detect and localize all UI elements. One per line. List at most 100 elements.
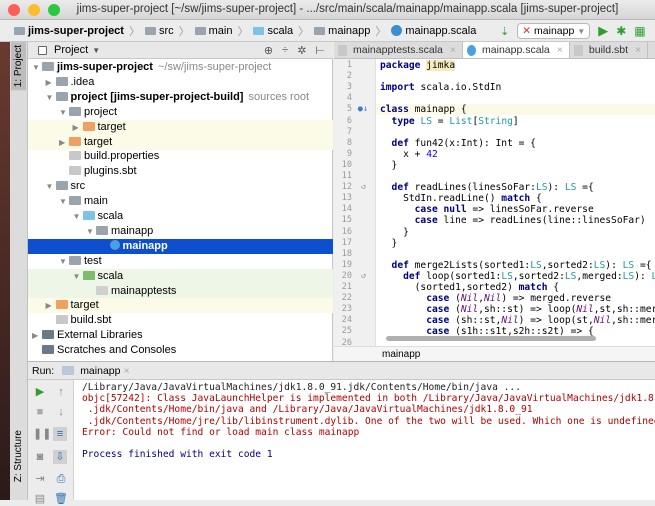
scroll-to-end-button[interactable]: ⇩ <box>53 450 67 464</box>
console-output[interactable]: /Library/Java/JavaVirtualMachines/jdk1.8… <box>74 380 655 500</box>
expanded-arrow-icon[interactable]: ▼ <box>59 254 69 269</box>
up-arrow-icon[interactable]: ↑ <box>54 385 68 399</box>
trash-icon[interactable]: 🗑 <box>54 492 68 506</box>
tree-item[interactable]: plugins.sbt <box>28 164 333 179</box>
tree-item[interactable]: ▶ target <box>28 119 333 135</box>
code-editor[interactable]: 1 2 3 4 5 ●↓ 6 7 8 9 10 11 12 ↺ 13 14 15 16 17 18 19 20 ↺ 21 22 2… <box>334 59 655 346</box>
breadcrumb-item[interactable]: src <box>144 25 174 37</box>
down-arrow-icon[interactable]: ↓ <box>54 405 68 419</box>
breadcrumb-item[interactable]: mainapp.scala <box>391 25 476 37</box>
structure-tool-tab[interactable]: Z: Structure <box>11 427 26 485</box>
tree-item[interactable]: ▼ test <box>28 254 333 269</box>
collapsed-arrow-icon[interactable]: ▶ <box>32 328 42 343</box>
expanded-arrow-icon[interactable]: ▼ <box>73 269 83 284</box>
soft-wrap-button[interactable]: ≡ <box>53 427 67 441</box>
zoom-window-button[interactable] <box>48 4 60 16</box>
folder-icon <box>55 76 68 86</box>
dump-threads-button[interactable]: ◙ <box>33 450 47 464</box>
code-line: } <box>380 227 409 238</box>
tree-item-label: target <box>84 135 113 148</box>
expanded-arrow-icon[interactable]: ▼ <box>46 179 56 194</box>
expanded-arrow-icon[interactable]: ▼ <box>59 105 69 120</box>
run-tab[interactable]: mainapp × <box>62 365 130 377</box>
gear-icon[interactable]: ✲ <box>297 44 306 57</box>
breadcrumb-item[interactable]: main <box>194 25 232 37</box>
hide-icon[interactable]: ⊢ <box>315 44 325 57</box>
tree-item[interactable]: ▼ main <box>28 194 333 209</box>
close-tab-icon[interactable]: × <box>450 42 456 59</box>
editor-tab[interactable]: build.sbt × <box>570 42 649 59</box>
console-line: .jdk/Contents/Home/jre/lib/libinstrument… <box>82 415 655 427</box>
expanded-arrow-icon[interactable]: ▼ <box>46 90 56 105</box>
editor-tab[interactable]: mainapptests.scala × <box>334 42 464 59</box>
chevron-right-icon: 〉 <box>375 25 387 38</box>
tree-item[interactable]: build.properties <box>28 149 333 164</box>
expanded-arrow-icon[interactable]: ▼ <box>73 209 83 224</box>
coverage-button[interactable]: ▦ <box>634 24 645 38</box>
collapsed-arrow-icon[interactable]: ▶ <box>59 135 69 150</box>
breadcrumb-item[interactable]: jims-super-project <box>14 25 124 37</box>
tree-item[interactable]: ▼ project [jims-super-project-build] sourc… <box>28 90 333 105</box>
collapse-icon[interactable]: ÷ <box>282 44 288 57</box>
print-button[interactable]: ⎙ <box>54 472 68 486</box>
tree-item[interactable]: mainapp <box>28 238 333 254</box>
code-token: ,sh::st) => loop( <box>478 304 577 316</box>
tree-item[interactable]: ▶ .idea <box>28 75 333 90</box>
code-line: package jimka <box>380 60 456 71</box>
chevron-down-icon[interactable]: ▼ <box>92 46 100 55</box>
recursion-icon: ↺ <box>360 270 366 281</box>
pause-button[interactable]: ❚❚ <box>33 427 51 441</box>
project-tool-tab[interactable]: 1: Project <box>11 42 26 91</box>
tree-item[interactable]: ▼ scala <box>28 268 333 284</box>
locate-icon[interactable]: ⊕ <box>264 44 273 57</box>
sort-icon[interactable]: ⇣ <box>500 25 509 38</box>
code-token: LS <box>622 270 635 282</box>
code-token: ,sh::merged) <box>611 315 655 327</box>
stop-button[interactable]: ■ <box>33 405 47 419</box>
collapsed-arrow-icon[interactable]: ▶ <box>46 75 56 90</box>
close-window-button[interactable] <box>8 4 20 16</box>
expanded-arrow-icon[interactable]: ▼ <box>59 194 69 209</box>
source-folder-icon <box>82 211 95 220</box>
tree-item[interactable]: ▼ jims-super-project ~/sw/jims-super-proje… <box>28 60 333 75</box>
breadcrumb-item[interactable]: scala <box>253 25 293 37</box>
tree-item[interactable]: Scratches and Consoles <box>28 343 333 358</box>
close-tab-icon[interactable]: × <box>557 42 563 59</box>
code-token: ,sorted2: <box>541 259 594 271</box>
scala-file-icon <box>391 25 403 36</box>
close-tab-icon[interactable]: × <box>635 42 641 59</box>
exit-button[interactable]: ⇥ <box>33 472 47 486</box>
tree-item[interactable]: ▼ mainapp <box>28 224 333 239</box>
tree-item[interactable]: ▼ project <box>28 105 333 120</box>
minimize-window-button[interactable] <box>28 4 40 16</box>
expanded-arrow-icon[interactable]: ▼ <box>32 60 42 75</box>
expanded-arrow-icon[interactable]: ▼ <box>86 224 96 239</box>
layout-button[interactable]: ▤ <box>33 492 47 506</box>
tree-item[interactable]: mainapptests <box>28 283 333 299</box>
collapsed-arrow-icon[interactable]: ▶ <box>73 120 83 135</box>
editor-tab[interactable]: mainapp.scala × <box>463 42 570 58</box>
tree-item[interactable]: build.sbt <box>28 313 333 328</box>
tree-item[interactable]: ▶ target <box>28 134 333 150</box>
tree-item[interactable]: ▼ src <box>28 179 333 194</box>
editor-breadcrumb[interactable]: mainapp <box>334 346 655 361</box>
close-icon[interactable]: × <box>123 365 129 377</box>
tree-item[interactable]: ▶ target <box>28 298 333 314</box>
rerun-button[interactable]: ▶ <box>33 385 47 399</box>
run-button[interactable]: ▶ <box>598 23 608 39</box>
collapsed-arrow-icon[interactable]: ▶ <box>46 298 56 313</box>
tree-item[interactable]: ▶ External Libraries <box>28 328 333 343</box>
tree-item-label: test <box>84 254 102 267</box>
implemented-marker-icon[interactable]: ●↓ <box>356 104 368 115</box>
line-number: 6 <box>346 115 352 126</box>
project-view-icon <box>38 45 47 55</box>
breadcrumb-item[interactable]: mainapp <box>314 25 370 37</box>
run-config-select[interactable]: ✕ mainapp ▼ <box>517 23 591 39</box>
code-token: ] <box>512 115 519 127</box>
sbt-file-icon <box>55 315 68 325</box>
horizontal-scrollbar[interactable] <box>386 336 596 341</box>
tree-item[interactable]: ▼ scala <box>28 209 333 224</box>
debug-button[interactable]: ✱ <box>616 24 626 38</box>
breadcrumb-label: scala <box>267 24 294 37</box>
code-line: StdIn.readLine() match { <box>380 193 542 204</box>
